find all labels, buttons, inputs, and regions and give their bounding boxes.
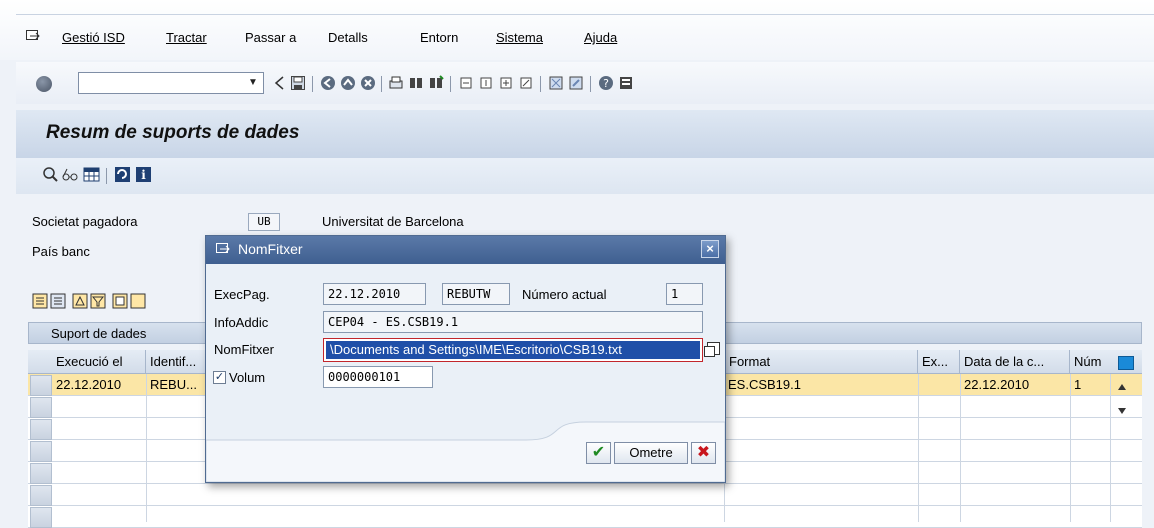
- back-icon[interactable]: [272, 75, 288, 91]
- find-next-icon[interactable]: [428, 75, 444, 91]
- execpag-date-field[interactable]: 22.12.2010: [323, 283, 426, 305]
- command-field[interactable]: [78, 72, 264, 94]
- scroll-down-icon[interactable]: [1118, 408, 1126, 414]
- cell-execucio[interactable]: 22.12.2010: [52, 374, 146, 396]
- filename-value[interactable]: \Documents and Settings\IME\Escritorio\C…: [326, 341, 700, 359]
- column-header-identif[interactable]: Identif...: [146, 350, 208, 374]
- menu-gestio-isd[interactable]: Gestió ISD: [62, 30, 125, 45]
- row-selector[interactable]: [30, 507, 52, 528]
- print-list-icon[interactable]: [130, 293, 146, 309]
- volume-field[interactable]: 0000000101: [323, 366, 433, 388]
- infoaddic-field[interactable]: CEP04 - ES.CSB19.1: [323, 311, 703, 333]
- system-menu-icon[interactable]: [26, 30, 40, 42]
- prev-page-icon[interactable]: [478, 75, 494, 91]
- column-header-data[interactable]: Data de la c...: [960, 350, 1070, 374]
- column-header-ex[interactable]: Ex...: [918, 350, 960, 374]
- svg-text:?: ?: [603, 77, 609, 90]
- scroll-up-icon[interactable]: [1118, 384, 1126, 390]
- column-layout-icon[interactable]: [1118, 356, 1134, 370]
- execpag-id-field[interactable]: REBUTW: [442, 283, 510, 305]
- cell-data[interactable]: 22.12.2010: [960, 374, 1070, 396]
- current-number-label: Número actual: [522, 287, 607, 302]
- help-icon[interactable]: ?: [598, 75, 614, 91]
- cell-ex[interactable]: [918, 374, 960, 396]
- command-dropdown-icon[interactable]: ▼: [243, 73, 263, 93]
- display-icon[interactable]: [42, 166, 59, 183]
- filter-icon[interactable]: [90, 293, 106, 309]
- menu-passar-a[interactable]: Passar a: [245, 30, 296, 45]
- new-session-icon[interactable]: [548, 75, 564, 91]
- application-toolbar: [16, 158, 1154, 194]
- menu-entorn[interactable]: Entorn: [420, 30, 458, 45]
- dialog-title: NomFitxer: [238, 241, 303, 257]
- exit-icon[interactable]: [340, 75, 356, 91]
- infoaddic-label: InfoAddic: [214, 315, 269, 330]
- row-selector[interactable]: [30, 419, 52, 440]
- row-selector[interactable]: [30, 485, 52, 506]
- copy-icon[interactable]: [704, 342, 720, 357]
- svg-text:i: i: [141, 168, 146, 182]
- company-label: Societat pagadora: [32, 214, 138, 229]
- column-header-format[interactable]: Format: [724, 350, 918, 374]
- cell-format[interactable]: ES.CSB19.1: [724, 374, 918, 396]
- save-icon[interactable]: [290, 75, 306, 91]
- skip-button[interactable]: Ometre: [614, 442, 688, 464]
- find-icon[interactable]: [408, 75, 424, 91]
- grid-title: Suport de dades: [51, 326, 147, 341]
- export-icon[interactable]: [112, 293, 128, 309]
- last-page-icon[interactable]: [518, 75, 534, 91]
- column-header-num[interactable]: Núm: [1070, 350, 1116, 374]
- enter-icon[interactable]: [36, 76, 52, 92]
- volume-checkbox[interactable]: ✓: [213, 371, 226, 384]
- sort-icon[interactable]: [72, 293, 88, 309]
- row-selector[interactable]: [30, 463, 52, 484]
- menu-sistema[interactable]: Sistema: [496, 30, 543, 45]
- menu-tractar[interactable]: Tractar: [166, 30, 207, 45]
- filename-field[interactable]: \Documents and Settings\IME\Escritorio\C…: [323, 338, 703, 362]
- row-selector[interactable]: [30, 441, 52, 462]
- company-code-field[interactable]: UB: [248, 213, 280, 231]
- dialog-menu-icon[interactable]: [216, 243, 230, 255]
- print-icon[interactable]: [388, 75, 404, 91]
- cell-identif[interactable]: REBU...: [146, 374, 206, 396]
- execpag-label: ExecPag.: [214, 287, 270, 302]
- filename-label: NomFitxer: [214, 342, 274, 357]
- current-number-field[interactable]: 1: [666, 283, 703, 305]
- confirm-button[interactable]: ✔: [586, 442, 611, 464]
- refresh-icon[interactable]: [114, 166, 131, 183]
- back-nav-icon[interactable]: [320, 75, 336, 91]
- cell-num[interactable]: 1: [1070, 374, 1110, 396]
- volume-label: Volum: [229, 370, 266, 385]
- first-page-icon[interactable]: [458, 75, 474, 91]
- row-selector[interactable]: [30, 397, 52, 418]
- country-label: País banc: [32, 244, 90, 259]
- menu-ajuda[interactable]: Ajuda: [584, 30, 617, 45]
- company-name: Universitat de Barcelona: [322, 214, 464, 229]
- dialog-close-button[interactable]: ×: [701, 240, 719, 258]
- info-icon[interactable]: i: [135, 166, 152, 183]
- table-row[interactable]: [28, 506, 1142, 528]
- table-icon[interactable]: [83, 166, 100, 183]
- menu-detalls[interactable]: Detalls: [328, 30, 368, 45]
- details-icon[interactable]: [32, 293, 48, 309]
- column-header-execucio[interactable]: Execució el: [52, 350, 146, 374]
- row-selector[interactable]: [30, 375, 52, 396]
- cancel-button[interactable]: ✖: [691, 442, 716, 464]
- layout-menu-icon[interactable]: [618, 75, 634, 91]
- next-page-icon[interactable]: [498, 75, 514, 91]
- cancel-icon[interactable]: [360, 75, 376, 91]
- page-title: Resum de suports de dades: [46, 122, 300, 143]
- table-row[interactable]: [28, 484, 1142, 506]
- glasses-icon[interactable]: [62, 166, 79, 183]
- select-all-icon[interactable]: [50, 293, 66, 309]
- shortcut-icon[interactable]: [568, 75, 584, 91]
